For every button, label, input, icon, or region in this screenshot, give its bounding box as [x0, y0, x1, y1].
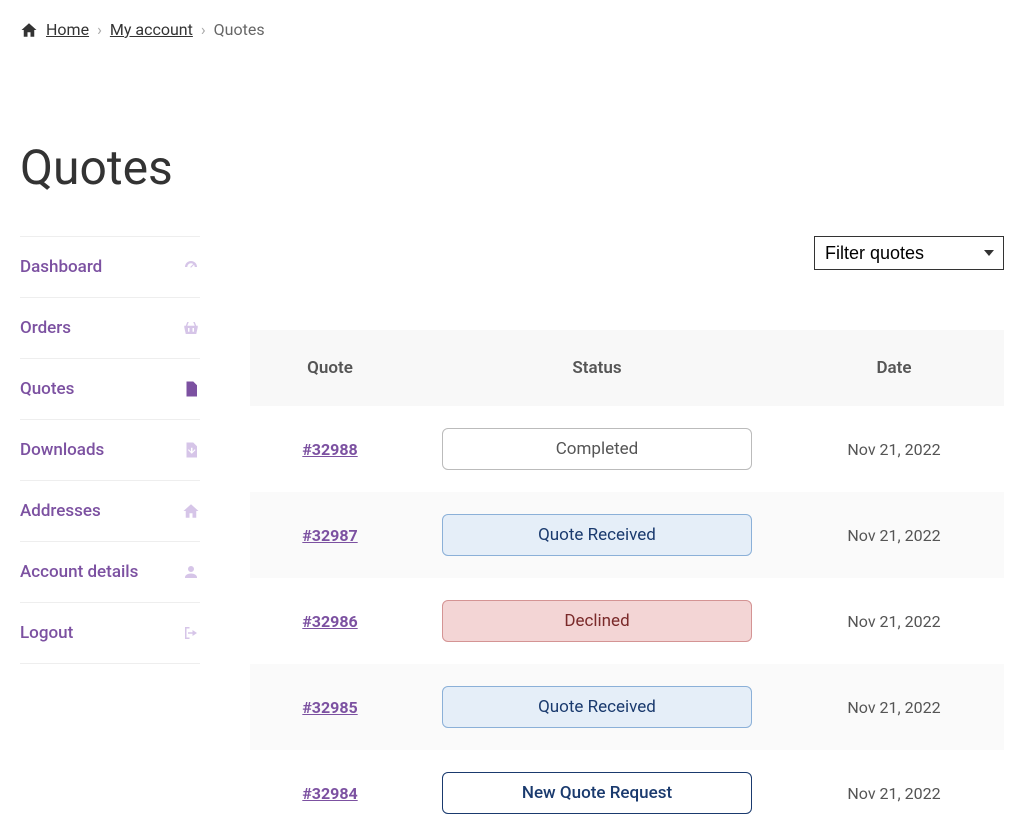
- status-badge: Completed: [442, 428, 752, 470]
- sidebar-item-dashboard[interactable]: Dashboard: [20, 236, 200, 297]
- download-icon: [182, 441, 200, 459]
- col-header-date: Date: [784, 358, 1004, 378]
- breadcrumb-sep-icon: ›: [97, 20, 102, 39]
- sidebar-item-account-details[interactable]: Account details: [20, 541, 200, 602]
- status-badge: Quote Received: [442, 686, 752, 728]
- table-row: #32984 New Quote Request Nov 21, 2022: [250, 750, 1004, 836]
- sidebar: Dashboard Orders Quotes Downloads Addres…: [20, 236, 200, 836]
- table-row: #32988 Completed Nov 21, 2022: [250, 406, 1004, 492]
- sidebar-item-label: Account details: [20, 562, 138, 582]
- col-header-status: Status: [410, 358, 784, 378]
- date-cell: Nov 21, 2022: [784, 526, 1004, 545]
- sidebar-item-downloads[interactable]: Downloads: [20, 419, 200, 480]
- sidebar-item-label: Downloads: [20, 440, 104, 460]
- breadcrumb-home[interactable]: Home: [46, 20, 89, 39]
- user-icon: [182, 563, 200, 581]
- breadcrumb-sep-icon: ›: [201, 20, 206, 39]
- quote-link[interactable]: #32988: [302, 440, 357, 459]
- sidebar-item-label: Dashboard: [20, 257, 102, 277]
- file-icon: [182, 380, 200, 398]
- sidebar-item-label: Orders: [20, 318, 71, 338]
- date-cell: Nov 21, 2022: [784, 784, 1004, 803]
- filter-row: Filter quotes: [250, 236, 1004, 270]
- sidebar-item-label: Quotes: [20, 379, 74, 399]
- quote-link[interactable]: #32985: [302, 698, 357, 717]
- status-badge: Declined: [442, 600, 752, 642]
- date-cell: Nov 21, 2022: [784, 440, 1004, 459]
- sidebar-item-addresses[interactable]: Addresses: [20, 480, 200, 541]
- sidebar-item-label: Addresses: [20, 501, 101, 521]
- basket-icon: [182, 319, 200, 337]
- quote-link[interactable]: #32987: [302, 526, 357, 545]
- table-row: #32985 Quote Received Nov 21, 2022: [250, 664, 1004, 750]
- dashboard-icon: [182, 258, 200, 276]
- page-title: Quotes: [20, 139, 1004, 196]
- date-cell: Nov 21, 2022: [784, 698, 1004, 717]
- sidebar-item-logout[interactable]: Logout: [20, 602, 200, 664]
- sidebar-item-label: Logout: [20, 623, 73, 643]
- main-content: Filter quotes Quote Status Date #32988 C…: [250, 236, 1004, 836]
- quote-link[interactable]: #32984: [302, 784, 357, 803]
- col-header-quote: Quote: [250, 358, 410, 378]
- quotes-table: Quote Status Date #32988 Completed Nov 2…: [250, 330, 1004, 836]
- home-icon: [182, 502, 200, 520]
- table-row: #32987 Quote Received Nov 21, 2022: [250, 492, 1004, 578]
- sidebar-item-quotes[interactable]: Quotes: [20, 358, 200, 419]
- status-badge: Quote Received: [442, 514, 752, 556]
- breadcrumb-account[interactable]: My account: [110, 20, 193, 39]
- home-icon: [20, 21, 38, 39]
- filter-quotes-select[interactable]: Filter quotes: [814, 236, 1004, 270]
- status-badge: New Quote Request: [442, 772, 752, 814]
- breadcrumb: Home › My account › Quotes: [20, 20, 1004, 39]
- logout-icon: [182, 624, 200, 642]
- sidebar-item-orders[interactable]: Orders: [20, 297, 200, 358]
- date-cell: Nov 21, 2022: [784, 612, 1004, 631]
- breadcrumb-current: Quotes: [214, 20, 265, 39]
- quote-link[interactable]: #32986: [302, 612, 357, 631]
- table-row: #32986 Declined Nov 21, 2022: [250, 578, 1004, 664]
- table-header: Quote Status Date: [250, 330, 1004, 406]
